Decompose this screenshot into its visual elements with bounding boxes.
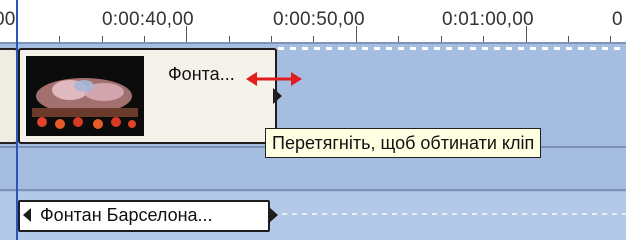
ruler-tick [356,26,357,42]
ruler-tick [610,36,611,42]
ruler-label: 0:00:50,00 [273,9,365,30]
ruler-tick [568,36,569,42]
clip-trim-handle[interactable] [273,88,282,104]
track-divider [0,189,626,191]
title-clip-right-handle[interactable] [269,207,278,223]
ruler-tick [313,36,314,42]
video-clip[interactable]: Фонта... [18,48,282,144]
ruler-tick [144,36,145,42]
ruler-tick [398,36,399,42]
ruler-tick [526,26,527,42]
trim-indicator-dotted-line [278,47,626,50]
fountain-thumbnail-image [26,56,144,136]
title-track-dotted-line [262,213,626,215]
ruler-tick [186,26,187,42]
ruler-tick [441,36,442,42]
trim-tooltip: Перетягніть, щоб обтинати кліп [265,128,542,158]
clip-thumbnail [26,56,144,136]
title-clip[interactable]: Фонтан Барселона... [18,200,278,232]
ruler-tick [59,36,60,42]
ruler-tick [483,36,484,42]
ruler-label: 00 [0,9,16,30]
title-clip-left-handle[interactable] [23,208,31,222]
clip-name: Фонта... [168,64,235,84]
ruler-tick [102,36,103,42]
ruler-label: 0 [612,9,623,30]
ruler-label: 0:01:00,00 [442,9,534,30]
ruler-tick [271,36,272,42]
ruler-tick [229,36,230,42]
audio-track[interactable] [0,156,626,189]
title-clip-name: Фонтан Барселона... [40,205,213,225]
ruler-label: 0:00:40,00 [102,9,194,30]
double-headed-arrow-icon [246,72,302,86]
timeline-ruler[interactable]: 00 0:00:40,00 0:00:50,00 0:01:00,00 0 [0,0,626,44]
